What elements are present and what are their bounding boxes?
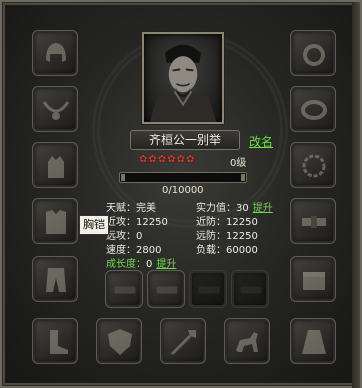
bracelet-icon [301, 100, 327, 120]
stat-melee-attack: 近攻：12250 [106, 213, 168, 228]
ring-icon [303, 44, 325, 66]
stat-ranged-attack: 远攻：0 [106, 227, 142, 242]
spear-slot[interactable] [160, 318, 206, 364]
chest-armor-icon [46, 210, 66, 234]
star-icon: ✿ [176, 154, 185, 165]
horse-slot[interactable] [224, 318, 270, 364]
empty-slot-icon [114, 286, 136, 294]
stat-ranged-defense: 远防：12250 [196, 227, 258, 242]
gem-slot-4[interactable] [231, 270, 269, 308]
pants-slot[interactable] [32, 256, 78, 302]
star-rating: ✿ ✿ ✿ ✿ ✿ ✿ [139, 155, 194, 165]
exp-bar-cap-left [121, 174, 125, 181]
stat-growth: 成长度：0 提升 [106, 255, 176, 270]
glove-icon [48, 156, 64, 178]
exp-bar-cap-right [241, 174, 245, 181]
panel-edge [352, 2, 360, 388]
amulet-slot[interactable] [290, 142, 336, 188]
star-icon: ✿ [185, 154, 195, 165]
growth-upgrade-link[interactable]: 提升 [156, 259, 176, 270]
item-tooltip: 胸铠 [79, 215, 109, 235]
exp-text: 0/10000 [162, 185, 204, 196]
stat-value: 60000 [226, 245, 258, 256]
stat-label: 负载： [196, 245, 226, 256]
belt-slot[interactable] [290, 198, 336, 244]
stat-melee-defense: 近防：12250 [196, 213, 258, 228]
empty-slot-icon [198, 286, 220, 294]
ring-slot[interactable] [290, 30, 336, 76]
star-icon: ✿ [139, 154, 148, 165]
boots-slot[interactable] [32, 318, 78, 364]
cloak-icon [302, 330, 326, 354]
shield-icon [108, 329, 132, 355]
belt-icon [302, 216, 326, 228]
stat-speed: 速度：2800 [106, 241, 161, 256]
boots-icon [50, 330, 68, 354]
character-portrait [142, 32, 224, 124]
stat-strength: 实力值：30 提升 [196, 199, 273, 214]
glove-slot[interactable] [32, 142, 78, 188]
amulet-icon [302, 154, 326, 178]
bracelet-slot[interactable] [290, 86, 336, 132]
cloak-slot[interactable] [290, 318, 336, 364]
chest-slot[interactable] [290, 256, 336, 302]
necklace-slot[interactable] [32, 86, 78, 132]
gem-slot-3[interactable] [189, 270, 227, 308]
pants-icon [46, 268, 66, 292]
helmet-slot[interactable] [32, 30, 78, 76]
star-icon: ✿ [157, 154, 167, 165]
star-icon: ✿ [167, 154, 176, 165]
empty-slot-icon [156, 286, 178, 294]
spear-icon [170, 330, 196, 356]
horse-icon [236, 332, 258, 352]
helmet-icon [46, 43, 66, 62]
general-portrait-icon [149, 44, 217, 122]
rename-link[interactable]: 改名 [249, 133, 273, 150]
necklace-icon [42, 101, 70, 120]
character-panel: 齐桓公一别举 改名 ✿ ✿ ✿ ✿ ✿ ✿ 0级 0/10000 天赋：完美 实力值：30… [0, 0, 362, 388]
chest-armor-slot[interactable] [32, 198, 78, 244]
stat-load: 负载：60000 [196, 241, 258, 256]
stat-value: 0 [146, 259, 153, 270]
stat-label: 成长度： [106, 259, 146, 270]
level-text: 0级 [230, 158, 247, 169]
chest-icon [303, 272, 325, 290]
empty-slot-icon [240, 286, 262, 294]
gem-slot-2[interactable] [147, 270, 185, 308]
shield-slot[interactable] [96, 318, 142, 364]
stat-talent: 天赋：完美 [106, 199, 156, 214]
exp-bar [119, 172, 247, 183]
character-name: 齐桓公一别举 [130, 130, 240, 150]
gem-slot-1[interactable] [105, 270, 143, 308]
star-icon: ✿ [148, 154, 157, 165]
